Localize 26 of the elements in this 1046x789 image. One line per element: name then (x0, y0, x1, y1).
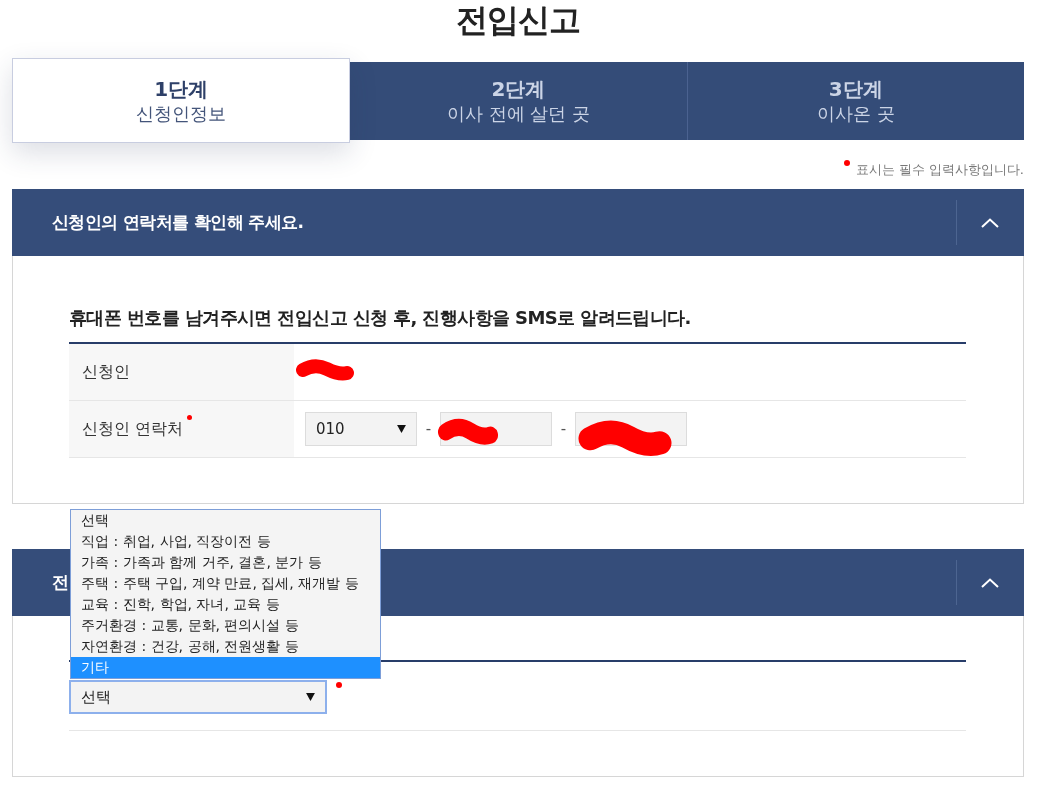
dropdown-option[interactable]: 직업 : 취업, 사업, 직장이전 등 (71, 531, 380, 552)
step-tab[interactable]: 1단계 신청인정보 (12, 58, 351, 143)
separator-dash: - (559, 420, 568, 438)
step-tab[interactable]: 3단계 이사온 곳 (686, 62, 1024, 140)
dropdown-option[interactable]: 선택 (71, 510, 380, 531)
chevron-up-icon (981, 577, 999, 588)
field-label: 신청인 (82, 361, 130, 383)
dropdown-select[interactable]: 선택 (69, 680, 327, 714)
caret-icon (397, 425, 406, 433)
dropdown-option[interactable]: 가족 : 가족과 함께 거주, 결혼, 분가 등 (71, 552, 380, 573)
dropdown-option[interactable]: 자연환경 : 건강, 공해, 전원생활 등 (71, 636, 380, 657)
step-tab[interactable]: 2단계 이사 전에 살던 곳 (350, 62, 687, 140)
caret-icon (306, 693, 315, 701)
dropdown-option[interactable]: 주거환경 : 교통, 문화, 편의시설 등 (71, 615, 380, 636)
page-title: 전입신고 (455, 0, 581, 40)
field-label: 신청인 연락처 (82, 418, 184, 440)
dropdown-option[interactable]: 교육 : 진학, 학업, 자녀, 교육 등 (71, 594, 380, 615)
dropdown-option[interactable]: 주택 : 주택 구입, 계약 만료, 집세, 재개발 등 (71, 573, 380, 594)
section-title: 신청인의 연락처를 확인해 주세요. (51, 211, 304, 234)
separator-dash: - (424, 420, 433, 438)
section-title: 전 (51, 571, 69, 594)
section-heading: 휴대폰 번호를 남겨주시면 전입신고 신청 후, 진행사항을 SMS로 알려드립니다. (69, 306, 692, 330)
required-dot-icon (843, 160, 850, 166)
dropdown-select[interactable]: 010 (305, 412, 417, 446)
required-note: 표시는 필수 입력사항입니다. (855, 161, 1024, 179)
chevron-up-icon (981, 217, 999, 228)
